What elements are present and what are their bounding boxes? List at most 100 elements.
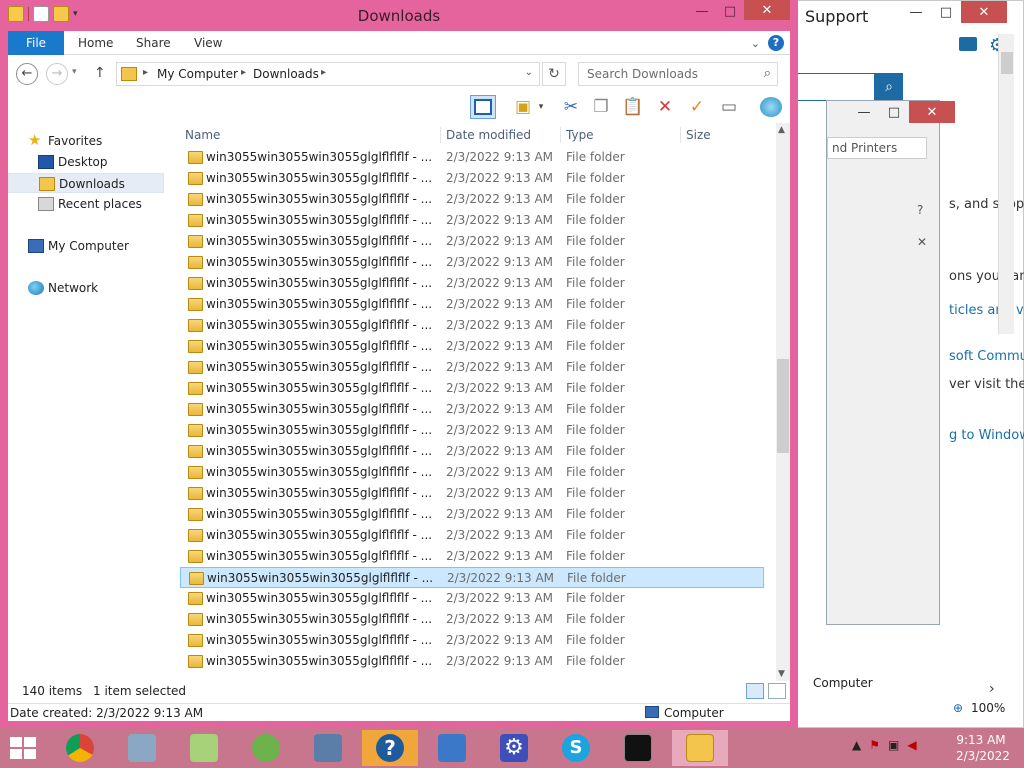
help-icon[interactable]: ? [768,35,784,51]
large-icons-view-button[interactable] [768,683,786,699]
close-button[interactable]: ✕ [744,0,790,20]
refresh-button[interactable]: ↻ [542,62,566,86]
copy-icon[interactable]: ❐ [588,95,614,119]
column-header-date[interactable]: Date modified [446,123,531,147]
close-button[interactable]: ✕ [909,101,955,123]
breadcrumb-downloads[interactable]: Downloads [253,67,319,81]
support-search-input[interactable] [791,73,875,101]
taskbar-chess[interactable] [300,730,356,766]
details-view-button[interactable] [746,683,764,699]
show-hidden-icons-icon[interactable]: ▲ [852,738,861,752]
table-row[interactable]: win3055win3055win3055glglflflflf - ... 2/… [180,399,764,420]
table-row[interactable]: win3055win3055win3055glglflflflf - ... 2/… [180,168,764,189]
column-header-type[interactable]: Type [566,123,594,147]
shell-icon[interactable] [758,95,784,119]
table-row[interactable]: win3055win3055win3055glglflflflf - ... 2/… [180,462,764,483]
table-row[interactable]: win3055win3055win3055glglflflflf - ... 2/… [180,273,764,294]
taskbar-skype[interactable]: S [548,730,604,766]
vertical-scrollbar[interactable]: ▲ ▼ [776,123,790,681]
title-bar[interactable]: ▾ Downloads — □ ✕ [0,0,798,31]
network-icon[interactable]: ▣ [888,738,899,752]
table-row[interactable]: win3055win3055win3055glglflflflf - ... 2/… [180,315,764,336]
paste-icon[interactable]: 📋 [620,95,646,119]
minimize-button[interactable]: — [901,1,931,23]
table-row[interactable]: win3055win3055win3055glglflflflf - ... 2/… [180,525,764,546]
table-row[interactable]: win3055win3055win3055glglflflflf - ... 2/… [180,378,764,399]
devices-window[interactable]: — □ ✕ nd Printers ? ✕ Computer [813,100,955,690]
nav-desktop[interactable]: Desktop [8,152,164,172]
column-divider[interactable] [680,127,681,143]
nav-downloads[interactable]: Downloads [8,173,164,193]
properties-icon[interactable]: ▣ [510,95,536,119]
taskbar-chrome[interactable] [52,730,108,766]
table-row[interactable]: win3055win3055win3055glglflflflf - ... 2/… [180,567,764,588]
recent-locations-icon[interactable]: ▾ [72,67,77,77]
scroll-thumb[interactable] [1001,52,1013,74]
tab-file[interactable]: File [8,31,64,55]
taskbar-settings[interactable]: ⚙ [486,730,542,766]
column-divider[interactable] [560,127,561,143]
search-icon[interactable]: ⌕ [764,66,771,81]
column-divider[interactable] [440,127,441,143]
expand-ribbon-icon[interactable]: ⌄ [751,37,760,50]
address-bar[interactable]: ▸ My Computer ▸ Downloads ▸ ⌄ [116,62,540,86]
search-icon[interactable]: ⌕ [875,73,903,101]
taskbar-slime[interactable] [238,730,294,766]
taskbar-notepad[interactable] [176,730,232,766]
minimize-button[interactable]: — [688,0,716,22]
chevron-down-icon[interactable]: ⌄ [525,67,533,78]
minimize-button[interactable]: — [849,101,879,123]
volume-icon[interactable]: ◀ [907,738,916,752]
console-scrollbar[interactable] [998,34,1014,334]
search-box[interactable]: Search Downloads ⌕ [578,62,778,86]
preview-pane-button[interactable] [470,95,496,119]
file-list[interactable]: ^ Name Date modified Type Size win3055wi… [180,123,776,681]
table-row[interactable]: win3055win3055win3055glglflflflf - ... 2/… [180,357,764,378]
nav-recent-places[interactable]: Recent places [8,194,164,214]
table-row[interactable]: win3055win3055win3055glglflflflf - ... 2/… [180,483,764,504]
taskbar-cmd[interactable] [610,730,666,766]
forward-button[interactable]: → [46,63,68,85]
table-row[interactable]: win3055win3055win3055glglflflflf - ... 2/… [180,546,764,567]
chevron-right-icon[interactable]: › [989,681,995,697]
start-button[interactable] [10,737,38,761]
table-row[interactable]: win3055win3055win3055glglflflflf - ... 2/… [180,420,764,441]
nav-favorites[interactable]: ★ Favorites [8,131,164,151]
back-button[interactable]: ← [16,63,38,85]
taskbar-help[interactable]: ? [362,730,418,766]
breadcrumb-separator[interactable]: ▸ [143,67,148,78]
table-row[interactable]: win3055win3055win3055glglflflflf - ... 2/… [180,504,764,525]
table-row[interactable]: win3055win3055win3055glglflflflf - ... 2/… [180,231,764,252]
zoom-level[interactable]: 100% [971,701,1005,715]
table-row[interactable]: win3055win3055win3055glglflflflf - ... 2/… [180,210,764,231]
delete-icon[interactable]: ✕ [652,95,678,119]
nav-my-computer[interactable]: My Computer [8,236,164,256]
breadcrumb-separator[interactable]: ▸ [241,67,246,78]
table-row[interactable]: win3055win3055win3055glglflflflf - ... 2/… [180,651,764,672]
breadcrumb-separator[interactable]: ▸ [321,67,326,78]
zoom-icon[interactable]: ⊕ [953,701,963,715]
tab-home[interactable]: Home [78,31,113,55]
scroll-up-icon[interactable]: ▲ [778,125,785,135]
taskbar-perfmon[interactable] [114,730,170,766]
help-icon[interactable]: ? [917,203,923,217]
chevron-down-icon[interactable]: ▾ [534,95,548,119]
table-row[interactable]: win3055win3055win3055glglflflflf - ... 2/… [180,336,764,357]
action-center-icon[interactable]: ⚑ [869,738,880,752]
table-row[interactable]: win3055win3055win3055glglflflflf - ... 2/… [180,609,764,630]
taskbar-control-panel[interactable] [424,730,480,766]
maximize-button[interactable]: □ [716,0,744,22]
print-icon[interactable] [959,37,977,51]
tab-share[interactable]: Share [136,31,171,55]
table-row[interactable]: win3055win3055win3055glglflflflf - ... 2/… [180,441,764,462]
tab-view[interactable]: View [194,31,222,55]
checkmark-icon[interactable]: ✓ [684,95,710,119]
devices-search-input[interactable]: nd Printers [827,137,927,159]
table-row[interactable]: win3055win3055win3055glglflflflf - ... 2/… [180,189,764,210]
table-row[interactable]: win3055win3055win3055glglflflflf - ... 2/… [180,630,764,651]
table-row[interactable]: win3055win3055win3055glglflflflf - ... 2/… [180,588,764,609]
column-header-size[interactable]: Size [686,123,711,147]
breadcrumb-my-computer[interactable]: My Computer [157,67,238,81]
cut-icon[interactable]: ✂ [558,95,584,119]
close-button[interactable]: ✕ [961,1,1007,23]
